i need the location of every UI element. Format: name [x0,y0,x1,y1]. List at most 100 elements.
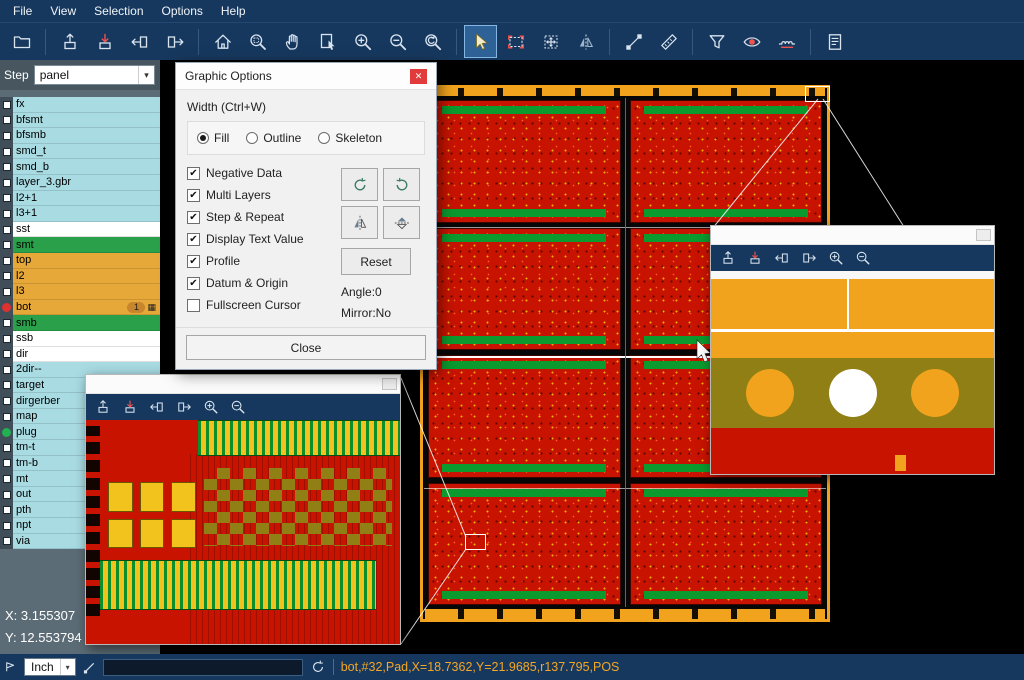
box-right-button[interactable] [796,247,821,269]
menu-item-selection[interactable]: Selection [85,0,152,22]
layer-checkbox[interactable] [3,132,11,140]
layer-row-dir[interactable]: dir [0,347,160,363]
layer-visibility-cell[interactable] [0,159,13,175]
layer-visibility-cell[interactable] [0,471,13,487]
layer-visibility-cell[interactable] [0,502,13,518]
box-left-button[interactable] [144,396,169,418]
box-right-button[interactable] [171,396,196,418]
layer-visibility-cell[interactable] [0,206,13,222]
layer-visibility-cell[interactable] [0,97,13,113]
layer-label[interactable]: l2 [13,269,160,285]
menu-item-view[interactable]: View [41,0,85,22]
layer-checkbox[interactable] [3,475,11,483]
layer-visibility-cell[interactable] [0,144,13,160]
menu-item-help[interactable]: Help [212,0,255,22]
layer-checkbox[interactable] [3,491,11,499]
layer-label[interactable]: smd_b [13,159,160,175]
layer-checkbox[interactable] [3,522,11,530]
layer-visibility-cell[interactable] [0,409,13,425]
layer-label[interactable]: smt [13,237,160,253]
next-step-button[interactable] [158,25,191,58]
net-trace-button[interactable] [770,25,803,58]
layer-checkbox[interactable] [3,537,11,545]
zoom-out-button[interactable] [850,247,875,269]
layer-checkbox[interactable] [3,444,11,452]
layer-row-l2+1[interactable]: l2+1 [0,191,160,207]
layer-visibility-cell[interactable] [0,269,13,285]
mirror-v-button[interactable] [383,206,420,239]
layer-visibility-cell[interactable] [0,518,13,534]
layer-checkbox[interactable] [3,257,11,265]
reset-button[interactable]: Reset [341,248,411,275]
close-icon[interactable] [410,69,427,84]
layer-visibility-cell[interactable] [0,378,13,394]
view-area-button[interactable] [311,25,344,58]
home-view-button[interactable] [206,25,239,58]
layer-row-l2[interactable]: l2 [0,269,160,285]
option-fullscreen-cursor[interactable]: Fullscreen Cursor [187,298,341,312]
import-up-button[interactable] [53,25,86,58]
magnifier-window-a[interactable] [85,374,401,645]
layer-label[interactable]: layer_3.gbr [13,175,160,191]
layer-row-bfsmb[interactable]: bfsmb [0,128,160,144]
filter-button[interactable] [700,25,733,58]
magnifier-a-titlebar[interactable] [86,375,400,394]
mirror-h-button[interactable] [341,206,378,239]
layer-visibility-cell[interactable] [0,113,13,129]
box-up-button[interactable] [715,247,740,269]
import-down-button[interactable] [88,25,121,58]
layer-row-ssb[interactable]: ssb [0,331,160,347]
layer-checkbox[interactable] [3,272,11,280]
layer-row-sst[interactable]: sst [0,222,160,238]
layer-row-l3+1[interactable]: l3+1 [0,206,160,222]
option-datum-origin[interactable]: ✔Datum & Origin [187,276,341,290]
menu-item-file[interactable]: File [4,0,41,22]
layer-checkbox[interactable] [3,319,11,327]
layer-visibility-cell[interactable] [0,393,13,409]
layer-row-bot[interactable]: bot1▦ [0,300,160,316]
box-up-button[interactable] [90,396,115,418]
layer-row-bfsmt[interactable]: bfsmt [0,113,160,129]
highlight-button[interactable] [735,25,768,58]
dialog-titlebar[interactable]: Graphic Options [176,63,436,90]
layer-checkbox[interactable] [3,148,11,156]
layer-checkbox[interactable] [3,163,11,171]
layer-label[interactable]: dir [13,347,160,363]
layer-visibility-cell[interactable] [0,175,13,191]
window-control-icon[interactable] [976,229,991,241]
zoom-window-button[interactable] [241,25,274,58]
layer-visibility-cell[interactable] [0,237,13,253]
layer-label[interactable]: sst [13,222,160,238]
mirror-tool-button[interactable] [569,25,602,58]
layer-row-smt[interactable]: smt [0,237,160,253]
layer-label[interactable]: bfsmb [13,128,160,144]
layer-visibility-cell[interactable] [0,362,13,378]
layer-row-fx[interactable]: fx [0,97,160,113]
zoom-out-button[interactable] [381,25,414,58]
fill-mode-outline[interactable]: Outline [246,131,301,145]
option-display-text-value[interactable]: ✔Display Text Value [187,232,341,246]
open-button[interactable] [5,25,38,58]
layer-visibility-cell[interactable] [0,300,13,316]
layer-row-smd_b[interactable]: smd_b [0,159,160,175]
layer-visibility-cell[interactable] [0,440,13,456]
option-profile[interactable]: ✔Profile [187,254,341,268]
layer-visibility-cell[interactable] [0,315,13,331]
layer-row-top[interactable]: top [0,253,160,269]
box-down-button[interactable] [117,396,142,418]
refresh-icon[interactable] [310,659,326,675]
layer-visibility-cell[interactable] [0,347,13,363]
layer-visibility-cell[interactable] [0,253,13,269]
rotate-ccw-button[interactable] [383,168,420,201]
layer-checkbox[interactable] [3,397,11,405]
zoom-in-button[interactable] [823,247,848,269]
layer-checkbox[interactable] [3,335,11,343]
rotate-cw-button[interactable] [341,168,378,201]
select-button[interactable] [464,25,497,58]
layer-label[interactable]: l2+1 [13,191,160,207]
layer-label[interactable]: l3 [13,284,160,300]
layer-label[interactable]: top [13,253,160,269]
option-negative-data[interactable]: ✔Negative Data [187,166,341,180]
layer-checkbox[interactable] [3,241,11,249]
layer-checkbox[interactable] [3,116,11,124]
